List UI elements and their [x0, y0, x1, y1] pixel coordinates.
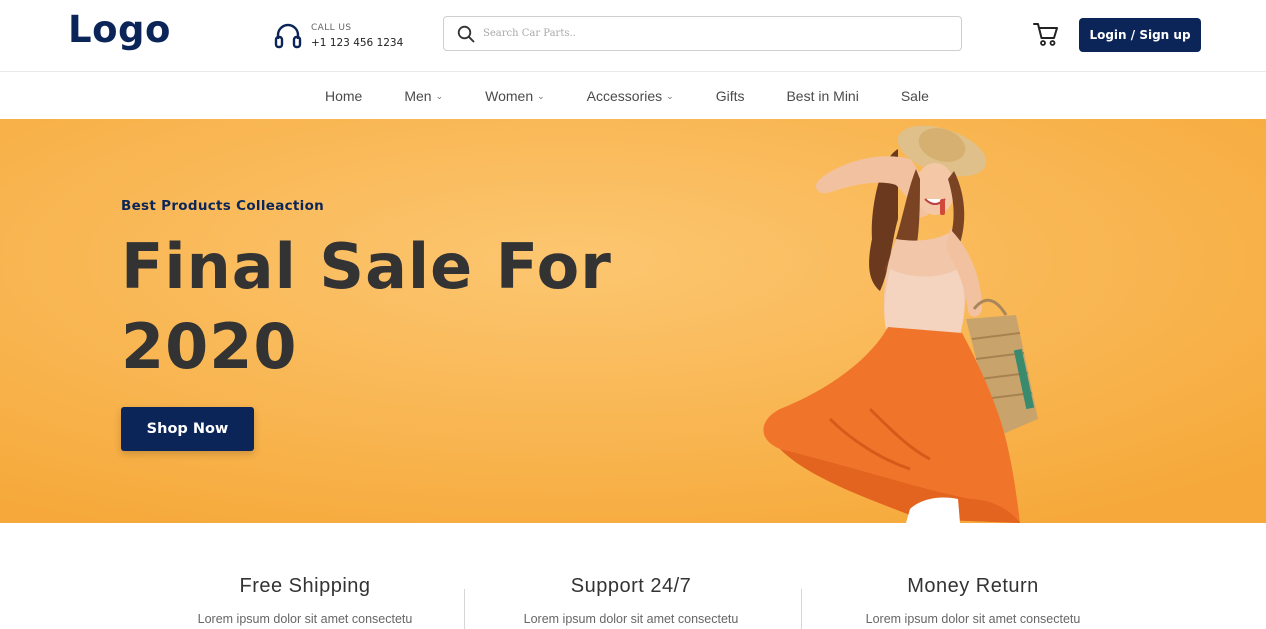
chevron-down-icon: ⌄ [666, 91, 674, 101]
feature-divider [464, 589, 465, 629]
feature-description: Lorem ipsum dolor sit amet consectetu [197, 612, 413, 626]
hero-headline-line2: 2020 [121, 310, 298, 383]
hero-headline: Final Sale For 2020 [121, 227, 612, 387]
feature-description: Lorem ipsum dolor sit amet consectetu [865, 612, 1081, 626]
main-nav: Home Men ⌄ Women ⌄ Accessories ⌄ Gifts B… [0, 72, 1266, 119]
chevron-down-icon: ⌄ [435, 91, 444, 101]
nav-item-sale[interactable]: Sale [901, 88, 929, 104]
login-signup-button[interactable]: Login / Sign up [1079, 18, 1201, 52]
feature-description: Lorem ipsum dolor sit amet consectetu [523, 612, 739, 626]
feature-title: Support 24/7 [570, 575, 692, 597]
hero-headline-line1: Final Sale For [121, 230, 612, 303]
nav-label: Men [404, 87, 432, 104]
call-us[interactable]: CALL US +1 123 456 1234 [274, 20, 403, 52]
phone-number[interactable]: +1 123 456 1234 [311, 36, 403, 51]
headset-icon [274, 23, 302, 49]
nav-label: Sale [900, 87, 929, 104]
hero-model-image [763, 125, 1038, 523]
site-header: Logo CALL US +1 123 456 1234 Login / Sig… [0, 0, 1266, 72]
feature-title: Free Shipping [239, 575, 371, 597]
search-bar[interactable] [443, 16, 962, 51]
nav-item-home[interactable]: Home [325, 88, 362, 104]
feature-money-return: Money Return Lorem ipsum dolor sit amet … [840, 575, 1106, 626]
feature-support: Support 24/7 Lorem ipsum dolor sit amet … [498, 575, 764, 626]
hero-banner: Best Products Colleaction Final Sale For… [0, 119, 1266, 523]
logo[interactable]: Logo [68, 8, 171, 51]
nav-label: Accessories [586, 87, 663, 104]
nav-label: Gifts [715, 87, 745, 104]
cart-icon[interactable] [1032, 20, 1060, 48]
nav-label: Best in Mini [786, 87, 859, 104]
feature-divider [801, 589, 802, 629]
nav-item-women[interactable]: Women ⌄ [485, 88, 545, 104]
call-us-label: CALL US [311, 22, 352, 33]
features-strip: Free Shipping Lorem ipsum dolor sit amet… [0, 523, 1266, 629]
nav-item-best-in-mini[interactable]: Best in Mini [786, 88, 858, 104]
nav-label: Women [485, 87, 534, 104]
shop-now-button[interactable]: Shop Now [121, 407, 254, 451]
nav-item-men[interactable]: Men ⌄ [404, 88, 443, 104]
search-icon[interactable] [457, 25, 475, 43]
hero-eyebrow: Best Products Colleaction [121, 198, 325, 214]
nav-list: Home Men ⌄ Women ⌄ Accessories ⌄ Gifts B… [325, 72, 929, 119]
feature-free-shipping: Free Shipping Lorem ipsum dolor sit amet… [172, 575, 438, 626]
chevron-down-icon: ⌄ [537, 91, 545, 101]
feature-title: Money Return [907, 575, 1039, 597]
search-input[interactable] [483, 28, 923, 39]
nav-item-accessories[interactable]: Accessories ⌄ [587, 88, 674, 104]
nav-item-gifts[interactable]: Gifts [716, 88, 745, 104]
nav-label: Home [325, 87, 363, 104]
